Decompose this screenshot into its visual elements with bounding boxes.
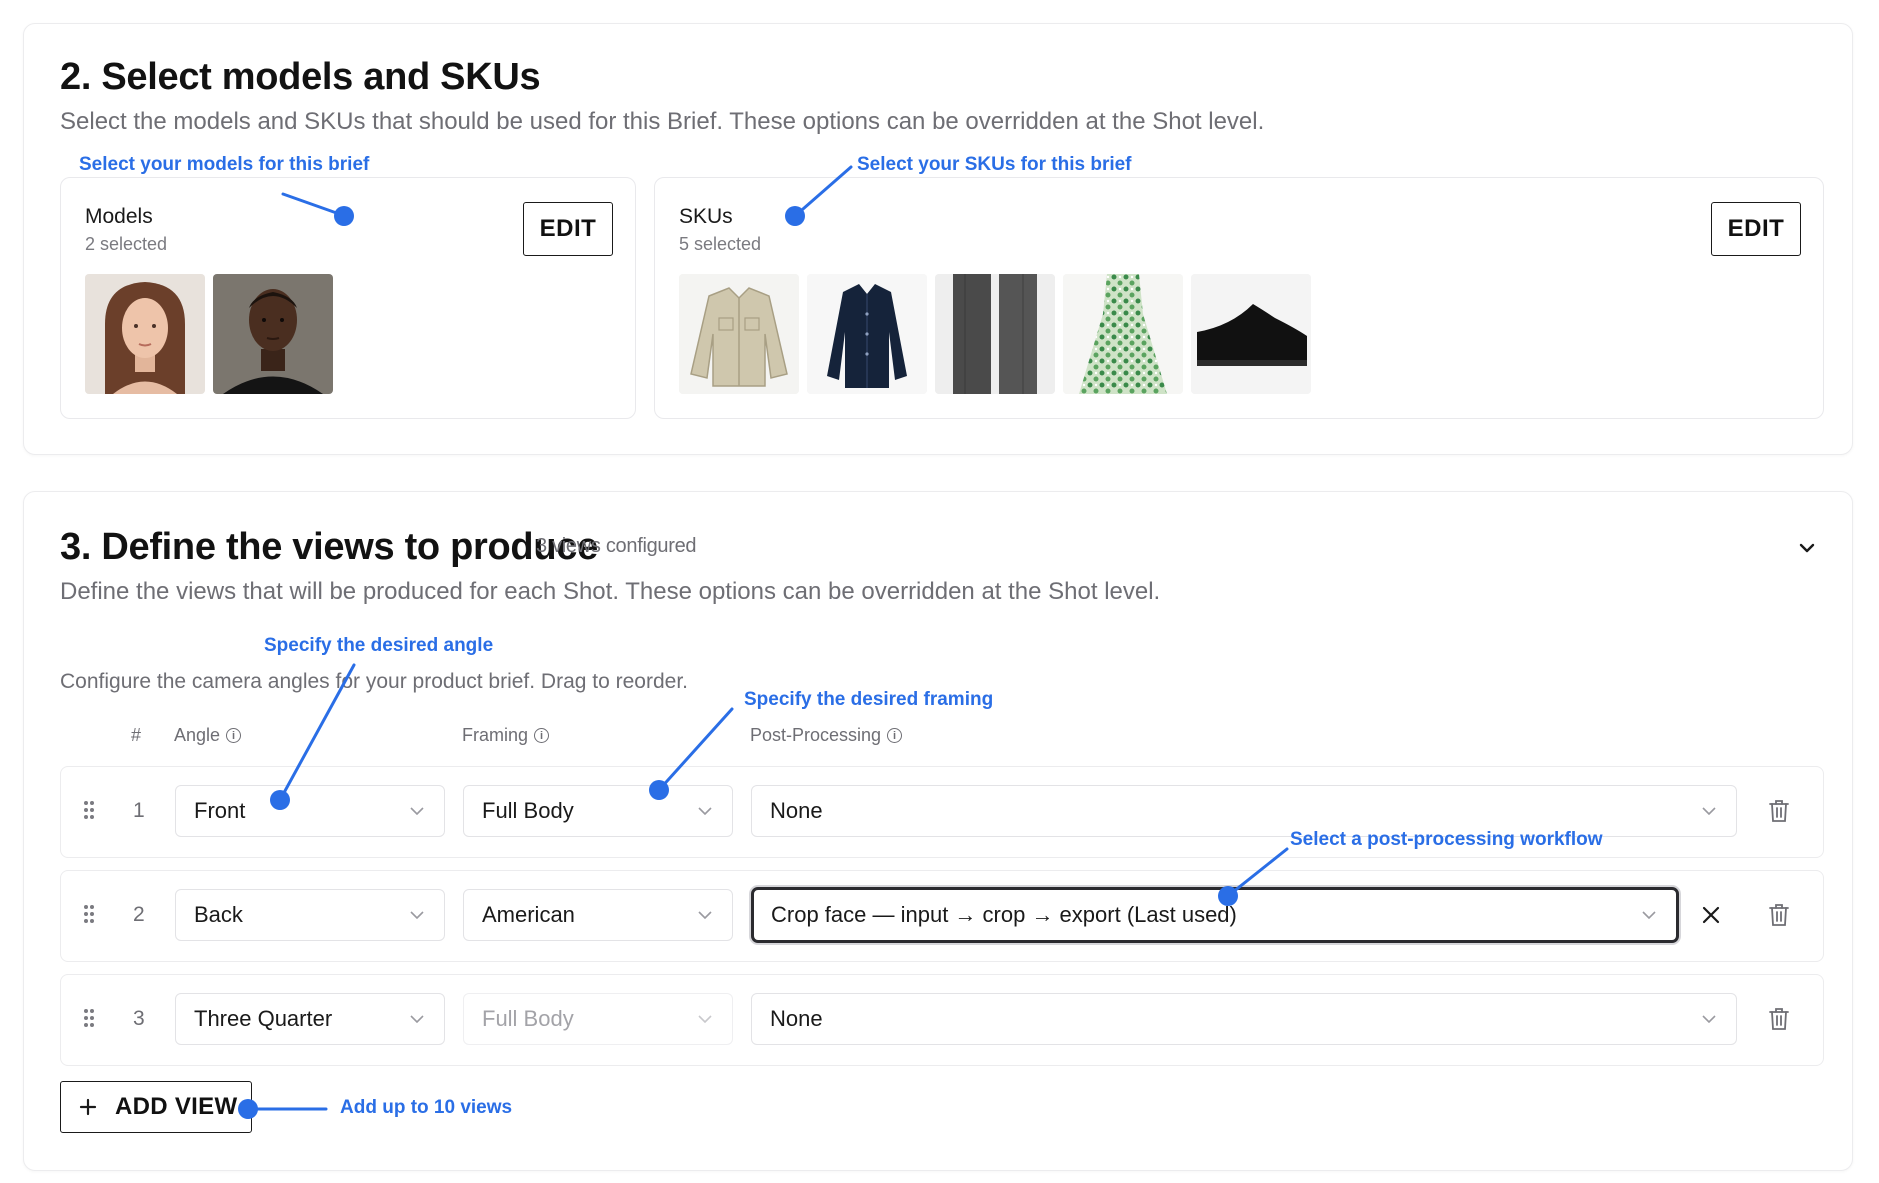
angle-value: Three Quarter (194, 1006, 333, 1031)
models-annotation: Select your models for this brief (79, 154, 370, 175)
add-views-annotation: Add up to 10 views (340, 1097, 513, 1118)
views-helper-text: Configure the camera angles for your pro… (60, 670, 688, 693)
post-processing-annotation: Select a post-processing workflow (1290, 829, 1603, 850)
drag-handle-icon[interactable] (83, 800, 95, 825)
column-post-processing: Post-Processing i (750, 725, 903, 746)
models-annotation-marker (334, 206, 354, 226)
skus-annotation: Select your SKUs for this brief (857, 154, 1132, 175)
framing-annotation-marker (649, 780, 669, 800)
angle-select[interactable]: Front (175, 785, 445, 837)
framing-select[interactable]: Full Body (463, 785, 733, 837)
column-framing-label: Framing (462, 725, 529, 745)
angle-select[interactable]: Three Quarter (175, 993, 445, 1045)
column-number: # (131, 725, 142, 745)
framing-select[interactable]: American (463, 889, 733, 941)
delete-row-icon[interactable] (1768, 799, 1790, 828)
chevron-down-icon (698, 911, 712, 919)
skus-annotation-marker (785, 206, 805, 226)
edit-skus-button[interactable]: EDIT (1711, 202, 1801, 256)
skus-title: SKUs (679, 205, 733, 228)
view-row: 3 Three Quarter Full Body None (60, 974, 1824, 1066)
angle-value: Back (194, 902, 243, 927)
angle-info-icon[interactable]: i (226, 728, 242, 743)
section-3-description: Define the views that will be produced f… (60, 578, 1161, 605)
add-view-button[interactable]: ADD VIEW (60, 1081, 252, 1133)
row-number: 3 (133, 1007, 145, 1030)
add-view-annotation-marker (238, 1099, 258, 1119)
models-title: Models (85, 205, 153, 228)
section-2-description: Select the models and SKUs that should b… (60, 108, 1265, 135)
sku-thumbnail-shoe[interactable] (1191, 274, 1311, 394)
row-number: 2 (133, 903, 145, 926)
chevron-down-icon (410, 911, 424, 919)
chevron-down-icon (1702, 807, 1716, 815)
drag-handle-icon[interactable] (83, 904, 95, 929)
framing-value: American (482, 902, 575, 927)
skus-count: 5 selected (679, 234, 762, 254)
chevron-down-icon (698, 1015, 712, 1023)
chevron-down-icon (410, 1015, 424, 1023)
skus-card: SKUs 5 selected EDIT (654, 177, 1824, 419)
angle-annotation-marker (270, 790, 290, 810)
plus-icon (79, 1098, 97, 1116)
post-processing-value: None (770, 1006, 823, 1031)
framing-value: Full Body (482, 1006, 574, 1031)
post-processing-select[interactable]: None (751, 993, 1737, 1045)
edit-models-button[interactable]: EDIT (523, 202, 613, 256)
column-angle: Angle i (174, 725, 242, 746)
section-2-title: 2. Select models and SKUs (60, 56, 541, 98)
chevron-down-icon (698, 807, 712, 815)
row-number: 1 (133, 799, 145, 822)
views-configured-badge: 3 views configured (536, 535, 697, 557)
framing-value: Full Body (482, 798, 574, 823)
angle-select[interactable]: Back (175, 889, 445, 941)
framing-select[interactable]: Full Body (463, 993, 733, 1045)
model-thumbnail-man[interactable] (213, 274, 333, 394)
framing-annotation: Specify the desired framing (744, 689, 994, 710)
view-row: 2 Back American Crop face — input → crop… (60, 870, 1824, 962)
chevron-down-icon (1642, 911, 1656, 919)
models-count: 2 selected (85, 234, 168, 254)
column-framing: Framing i (462, 725, 550, 746)
post-info-icon[interactable]: i (887, 728, 903, 743)
sku-thumbnail-shirt[interactable] (807, 274, 927, 394)
collapse-chevron-icon[interactable] (1795, 536, 1819, 560)
add-view-label: ADD VIEW (115, 1093, 238, 1120)
drag-handle-icon[interactable] (83, 1008, 95, 1033)
column-post-label: Post-Processing (750, 725, 882, 745)
angle-annotation: Specify the desired angle (264, 635, 494, 656)
sku-thumbnail-dress[interactable] (1063, 274, 1183, 394)
post-processing-value: Crop face — input → crop → export (Last … (771, 902, 1237, 927)
sku-thumbnail-jeans[interactable] (935, 274, 1055, 394)
post-annotation-marker (1218, 886, 1238, 906)
framing-info-icon[interactable]: i (534, 728, 550, 743)
clear-selection-icon[interactable] (1702, 906, 1720, 929)
sku-thumbnail-jacket[interactable] (679, 274, 799, 394)
delete-row-icon[interactable] (1768, 1007, 1790, 1036)
post-processing-value: None (770, 798, 823, 823)
section-3-title: 3. Define the views to produce (60, 526, 598, 568)
angle-value: Front (194, 798, 246, 823)
column-angle-label: Angle (174, 725, 221, 745)
post-processing-select[interactable]: Crop face — input → crop → export (Last … (751, 887, 1679, 943)
delete-row-icon[interactable] (1768, 903, 1790, 932)
chevron-down-icon (1702, 1015, 1716, 1023)
chevron-down-icon (410, 807, 424, 815)
model-thumbnail-woman[interactable] (85, 274, 205, 394)
